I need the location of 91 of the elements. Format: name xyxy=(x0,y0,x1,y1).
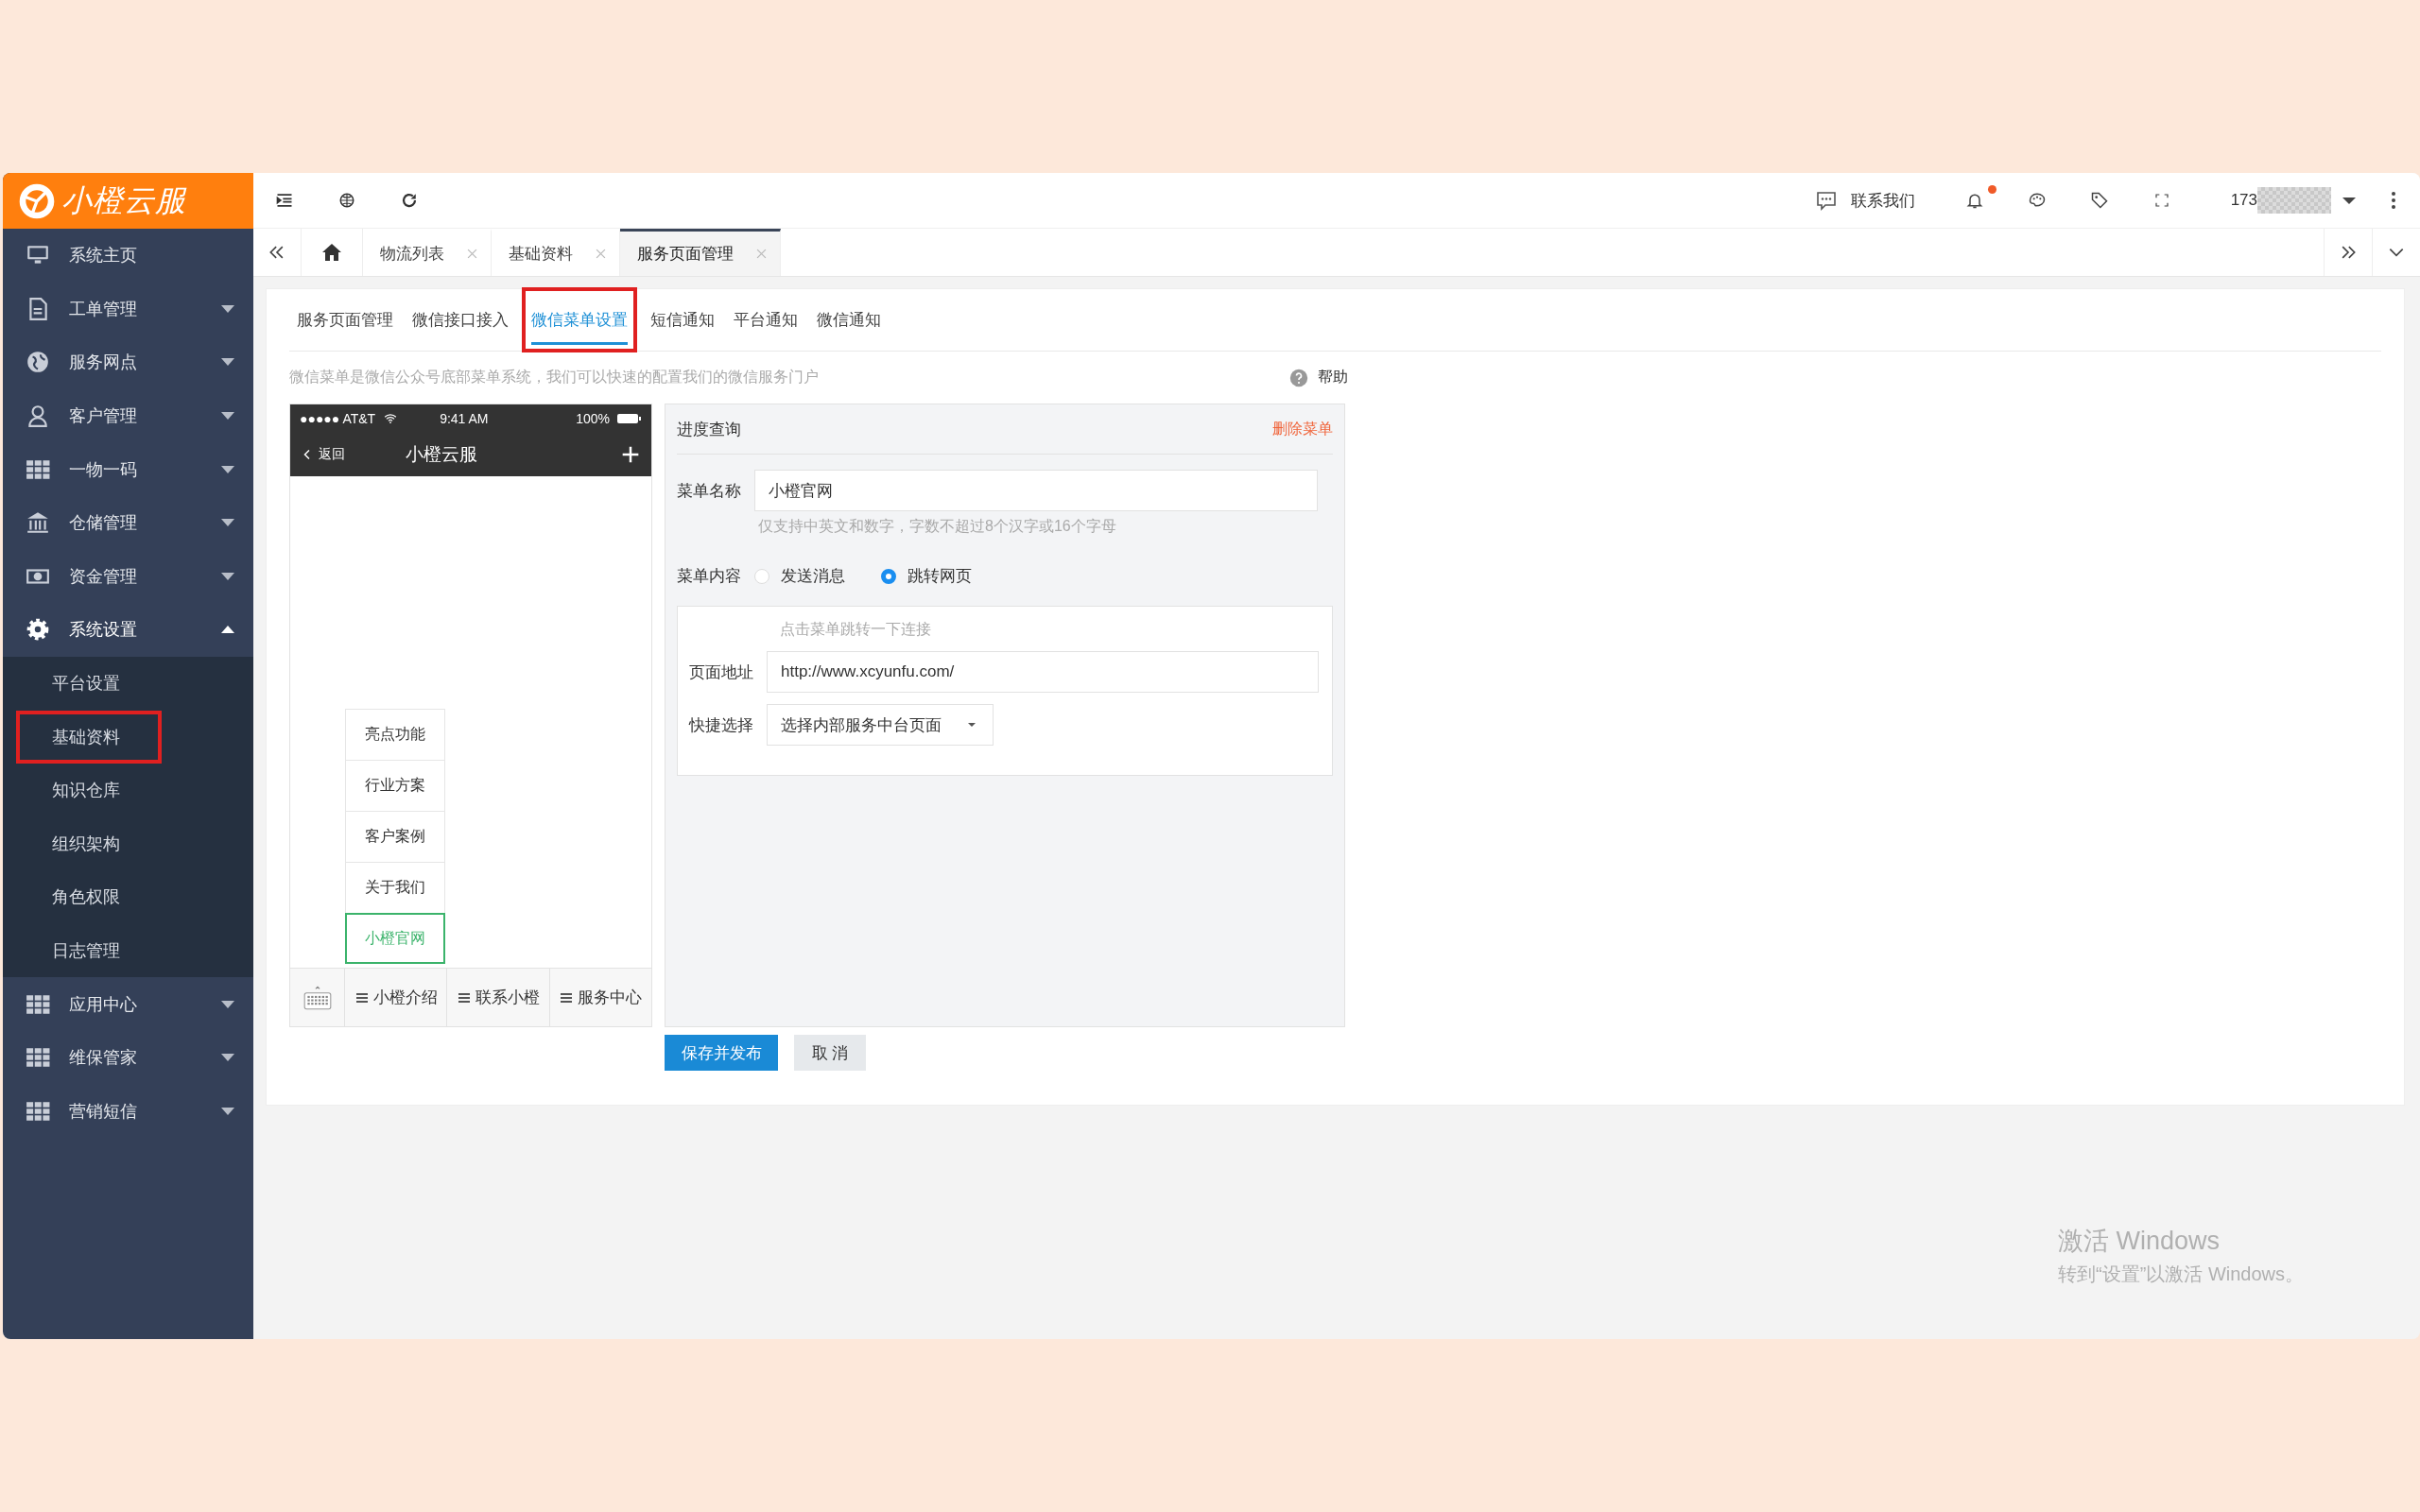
caret-up-icon xyxy=(221,626,234,634)
caret-down-icon xyxy=(221,572,234,580)
phone-menu-button[interactable]: 服务中心 xyxy=(549,969,651,1026)
globe-icon xyxy=(26,350,50,375)
sidebar-item[interactable]: 系统设置 xyxy=(3,603,253,657)
submenu-item[interactable]: 日志管理 xyxy=(52,939,120,962)
save-button[interactable]: 保存并发布 xyxy=(665,1035,778,1071)
submenu-item[interactable]: 组织架构 xyxy=(52,832,120,855)
bank-icon xyxy=(26,510,50,536)
panel-title: 进度查询 xyxy=(677,419,741,440)
close-icon[interactable] xyxy=(596,249,606,259)
sidebar-item[interactable]: 客户管理 xyxy=(3,388,253,443)
submenu-entry[interactable]: 行业方案 xyxy=(345,760,445,811)
submenu-item[interactable]: 平台设置 xyxy=(52,672,120,696)
activation-subtitle: 转到“设置”以激活 Windows。 xyxy=(2058,1263,2304,1286)
field-label: 快捷选择 xyxy=(689,714,753,736)
sidebar-item[interactable]: 资金管理 xyxy=(3,549,253,604)
caret-down-icon xyxy=(968,723,976,727)
activation-title: 激活 Windows xyxy=(2058,1226,2221,1257)
globe-icon xyxy=(338,192,355,209)
phone-time: 9:41 AM xyxy=(440,411,489,426)
caret-down-icon xyxy=(221,1054,234,1062)
sidebar-item[interactable]: 一物一码 xyxy=(3,442,253,496)
caret-down-icon xyxy=(221,519,234,527)
submenu-entry[interactable]: 关于我们 xyxy=(345,862,445,913)
caret-down-icon xyxy=(221,412,234,421)
settings-tab[interactable]: 微信菜单设置 xyxy=(524,289,635,351)
url-field[interactable]: http://www.xcyunfu.com/ xyxy=(767,651,1319,693)
close-icon[interactable] xyxy=(756,249,767,259)
fullscreen-icon xyxy=(2153,193,2169,208)
radio-button[interactable] xyxy=(881,568,896,584)
refresh-icon xyxy=(401,192,418,209)
submenu-item[interactable]: 知识仓库 xyxy=(52,779,120,802)
sidebar-item[interactable]: 仓储管理 xyxy=(3,495,253,550)
radio-option[interactable]: 跳转网页 xyxy=(881,565,972,587)
sidebar-item[interactable]: 工单管理 xyxy=(3,282,253,336)
sidebar-item[interactable]: 维保管家 xyxy=(3,1030,253,1085)
radio-option[interactable]: 发送消息 xyxy=(754,565,845,587)
person-icon xyxy=(26,404,50,429)
phone-menu-button[interactable]: 小橙介绍 xyxy=(345,969,448,1026)
contact-link[interactable]: 联系我们 xyxy=(1850,189,1915,212)
help-link[interactable]: 帮助 xyxy=(1318,368,1348,387)
gear-icon xyxy=(26,617,50,643)
settings-tab[interactable]: 微信接口接入 xyxy=(405,289,516,351)
settings-tab[interactable]: 短信通知 xyxy=(643,289,722,351)
caret-down-icon xyxy=(221,358,234,367)
caret-down-icon xyxy=(2342,197,2356,204)
caret-down-icon xyxy=(221,1107,234,1115)
sidebar-item[interactable]: 应用中心 xyxy=(3,977,253,1031)
back-button[interactable]: 返回 xyxy=(302,446,406,463)
phone-title: 小橙云服 xyxy=(406,443,478,466)
menu-icon xyxy=(275,191,294,210)
help-icon xyxy=(1289,368,1308,387)
menu-name-field[interactable]: 小橙官网 xyxy=(754,470,1318,511)
close-icon[interactable] xyxy=(467,249,477,259)
wifi-icon xyxy=(383,412,399,425)
field-hint: 仅支持中英文和数字，字数不超过8个汉字或16个字母 xyxy=(758,517,1117,536)
home-icon xyxy=(320,241,343,264)
field-label: 菜单内容 xyxy=(677,566,741,587)
plus-icon xyxy=(621,445,640,464)
page-tab[interactable]: 物流列表 xyxy=(363,229,492,276)
logo-text: 小橙云服 xyxy=(61,181,186,219)
battery-icon xyxy=(617,413,642,424)
description-text: 微信菜单是微信公众号底部菜单系统，我们可以快速的配置我们的微信服务门户 xyxy=(289,368,819,387)
palette-icon xyxy=(2027,191,2047,210)
tag-icon xyxy=(2089,191,2109,210)
settings-tab[interactable]: 服务页面管理 xyxy=(289,289,401,351)
caret-down-icon xyxy=(221,1000,234,1008)
settings-tab[interactable]: 平台通知 xyxy=(726,289,805,351)
battery-text: 100% xyxy=(576,411,610,426)
box-hint: 点击菜单跳转一下连接 xyxy=(780,620,932,639)
page-tab[interactable]: 服务页面管理 xyxy=(620,229,781,276)
sidebar-item[interactable]: 服务网点 xyxy=(3,335,253,389)
chat-icon xyxy=(1814,189,1838,212)
carrier-text: ●●●●● AT&T xyxy=(300,411,376,426)
settings-tab[interactable]: 微信通知 xyxy=(809,289,889,351)
user-name[interactable]: 173 xyxy=(2230,191,2257,210)
submenu-entry[interactable]: 客户案例 xyxy=(345,811,445,862)
field-label: 菜单名称 xyxy=(677,480,741,502)
phone-menu-button[interactable]: 联系小橙 xyxy=(447,969,550,1026)
sidebar-item[interactable]: 系统主页 xyxy=(3,229,253,283)
more-icon xyxy=(2391,191,2396,210)
sidebar-item[interactable]: 营销短信 xyxy=(3,1084,253,1139)
cancel-button[interactable]: 取 消 xyxy=(794,1035,866,1071)
caret-down-icon xyxy=(221,465,234,473)
field-label: 页面地址 xyxy=(689,662,753,683)
submenu-entry[interactable]: 亮点功能 xyxy=(345,709,445,760)
logo-icon xyxy=(18,181,56,220)
submenu-item[interactable]: 角色权限 xyxy=(52,885,120,909)
caret-down-icon xyxy=(221,304,234,313)
quick-select[interactable]: 选择内部服务中台页面 xyxy=(767,704,994,746)
